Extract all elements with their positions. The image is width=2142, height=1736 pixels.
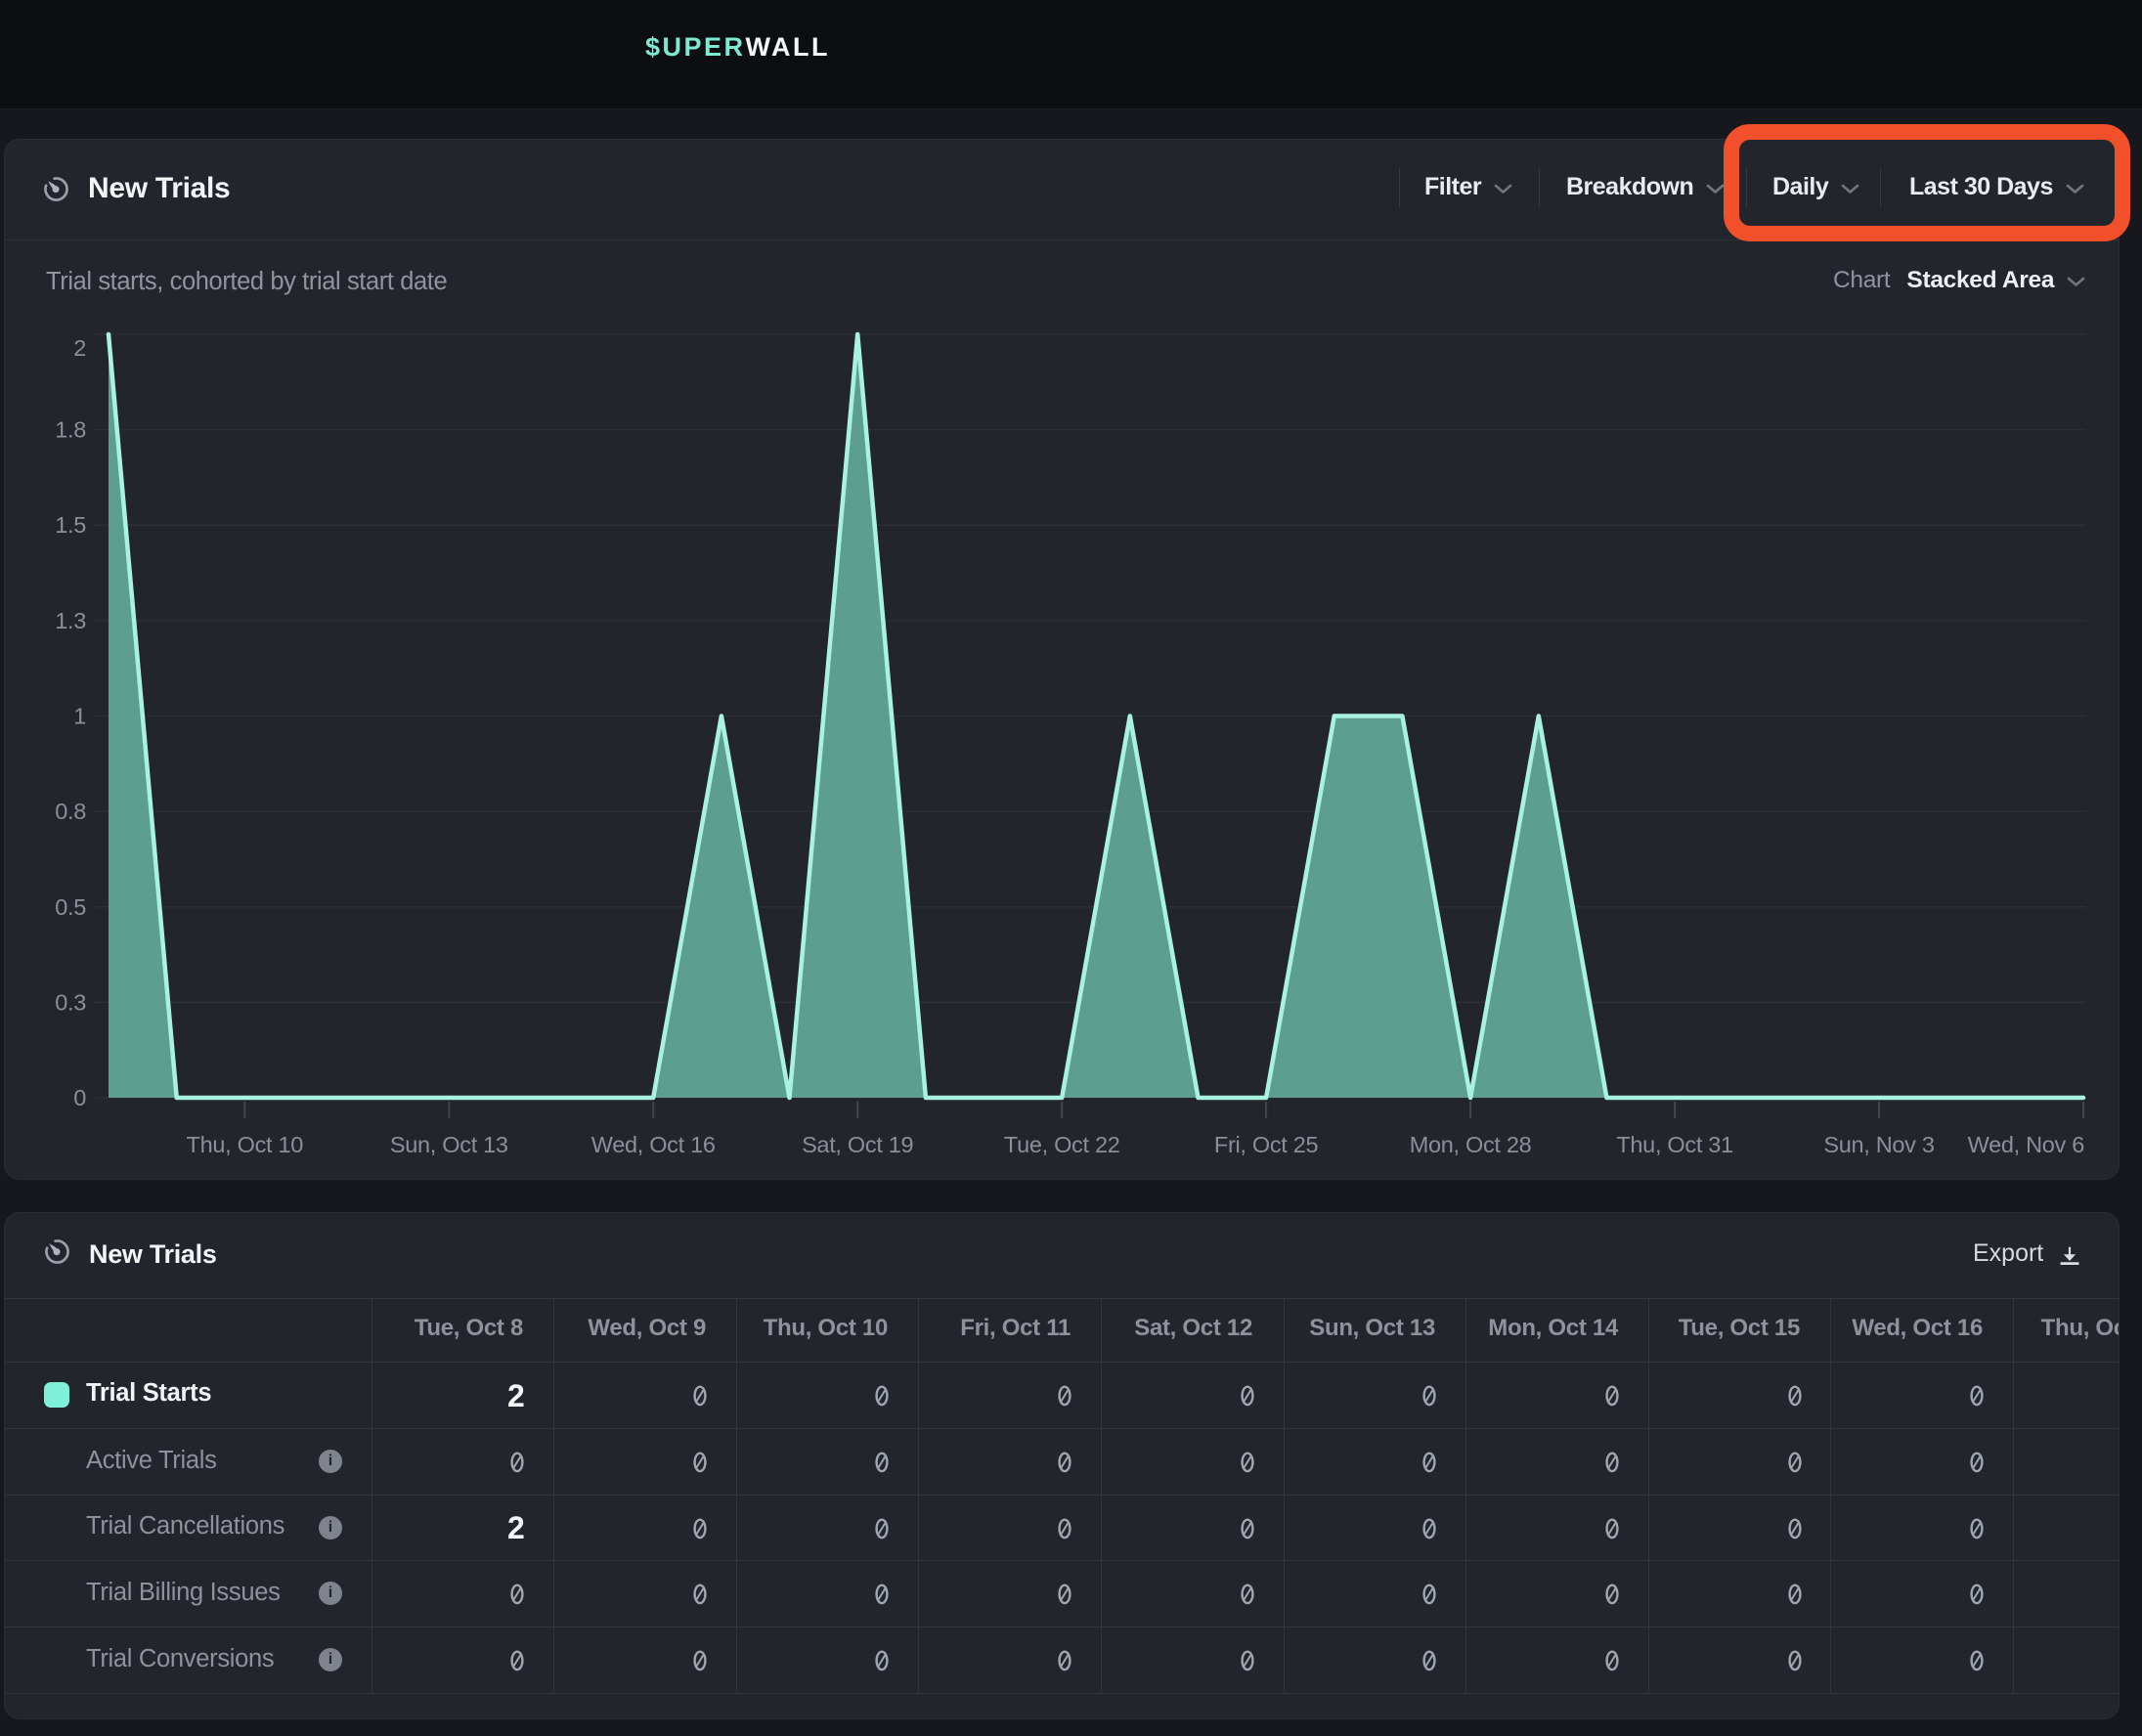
svg-text:1: 1 bbox=[73, 704, 86, 729]
svg-text:Sat, Oct 19: Sat, Oct 19 bbox=[802, 1132, 913, 1157]
svg-text:1.3: 1.3 bbox=[55, 608, 86, 633]
svg-text:1.8: 1.8 bbox=[55, 417, 86, 443]
svg-text:Fri, Oct 25: Fri, Oct 25 bbox=[1214, 1132, 1319, 1157]
svg-text:0.8: 0.8 bbox=[55, 799, 86, 824]
svg-text:0.5: 0.5 bbox=[55, 894, 86, 920]
svg-text:0.3: 0.3 bbox=[55, 989, 86, 1015]
svg-text:Thu, Oct 10: Thu, Oct 10 bbox=[187, 1132, 304, 1157]
svg-text:0: 0 bbox=[73, 1085, 86, 1110]
svg-text:Sun, Nov 3: Sun, Nov 3 bbox=[1823, 1132, 1934, 1157]
svg-text:Sun, Oct 13: Sun, Oct 13 bbox=[390, 1132, 508, 1157]
svg-text:Wed, Oct 16: Wed, Oct 16 bbox=[591, 1132, 716, 1157]
svg-text:2: 2 bbox=[73, 335, 86, 361]
svg-text:Mon, Oct 28: Mon, Oct 28 bbox=[1410, 1132, 1532, 1157]
svg-text:1.5: 1.5 bbox=[55, 512, 86, 538]
svg-text:Thu, Oct 31: Thu, Oct 31 bbox=[1616, 1132, 1732, 1157]
svg-text:Tue, Oct 22: Tue, Oct 22 bbox=[1004, 1132, 1120, 1157]
svg-text:Wed, Nov 6: Wed, Nov 6 bbox=[1968, 1132, 2085, 1157]
